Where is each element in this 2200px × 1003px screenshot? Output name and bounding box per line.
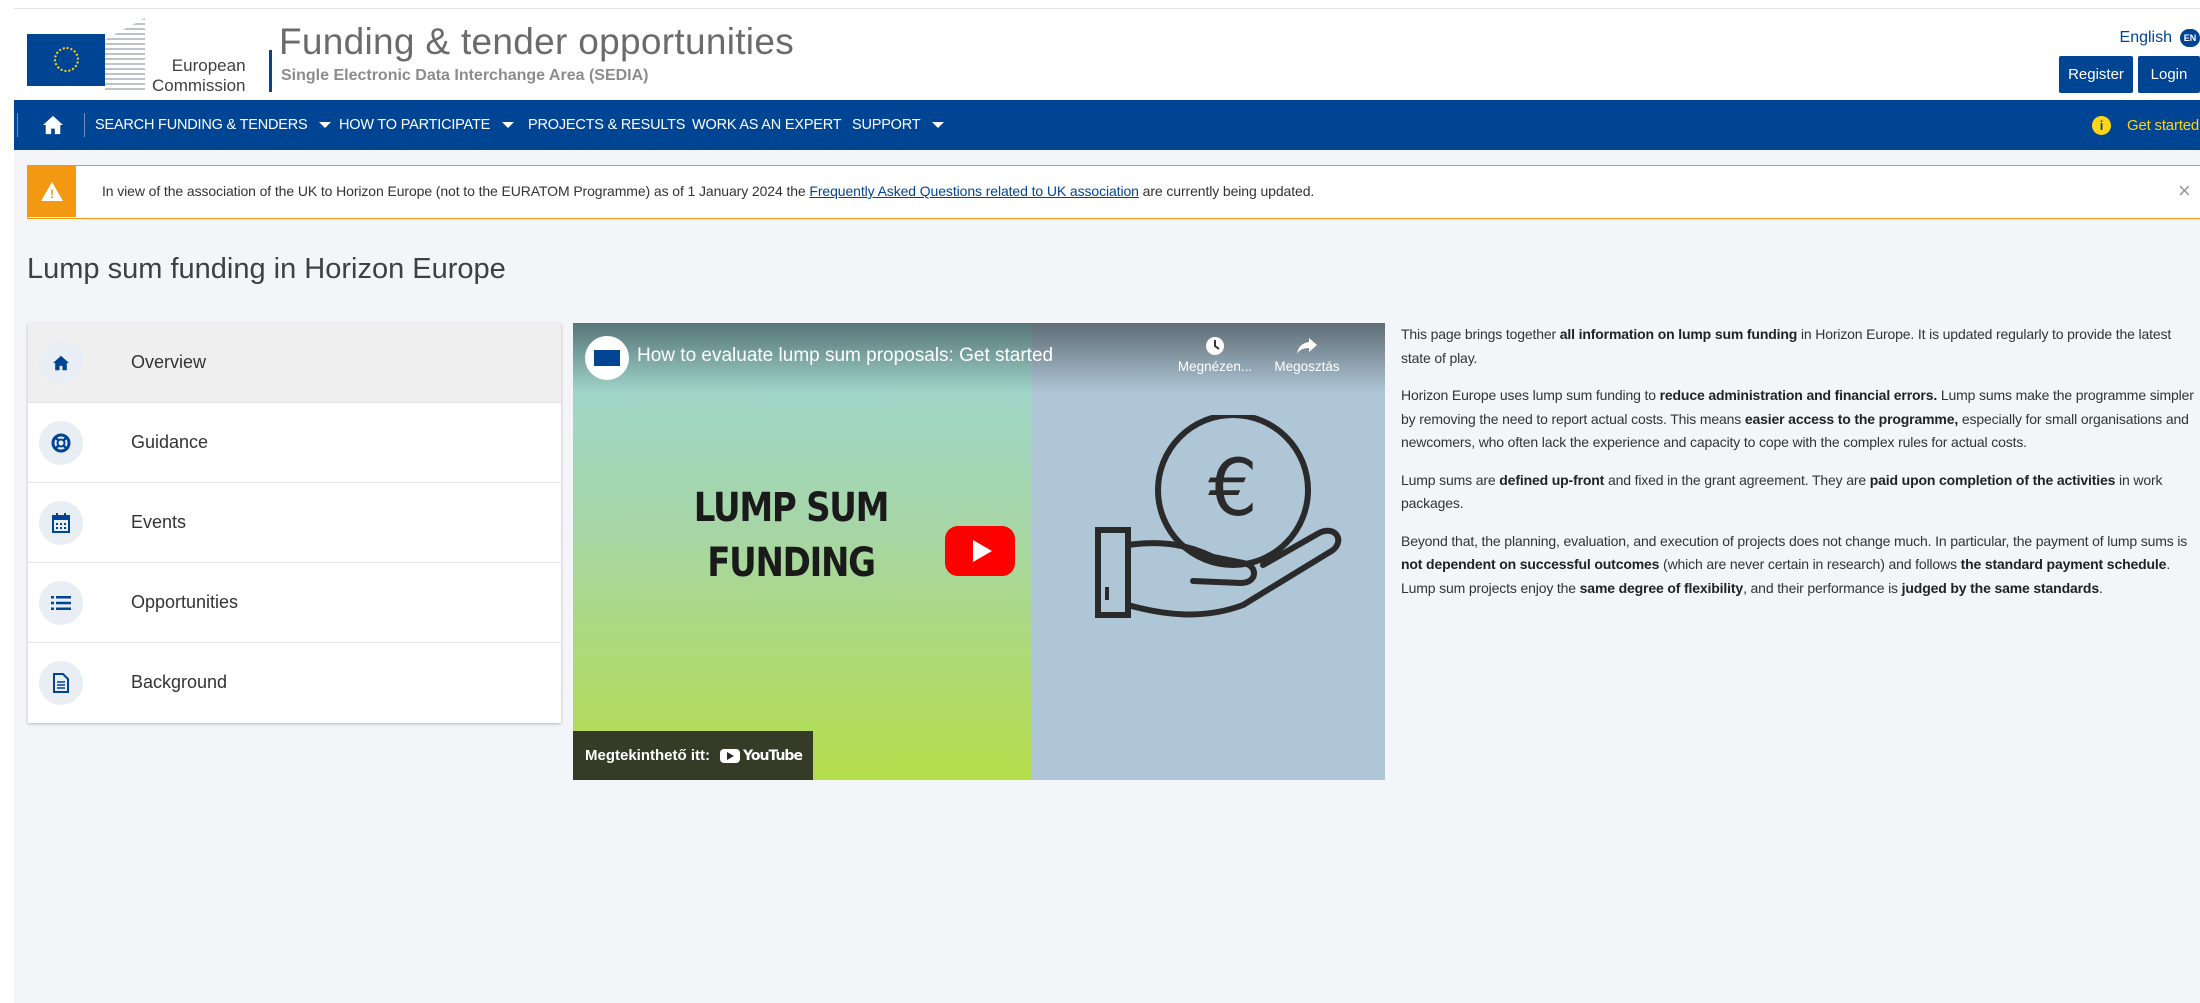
- caret-down-icon: [932, 122, 945, 128]
- logo-line1: European: [171, 56, 246, 75]
- menu-item-label: Background: [131, 672, 228, 692]
- alert-text-end: are currently being updated.: [1138, 183, 1315, 199]
- headline-line1: LUMP SUM: [693, 485, 890, 531]
- login-button[interactable]: Login: [2138, 56, 2200, 93]
- document-icon: [39, 661, 83, 705]
- menu-item-label: Guidance: [131, 432, 209, 452]
- page: European Commission Funding & tender opp…: [14, 8, 2200, 1003]
- menu-item-guidance[interactable]: Guidance: [28, 403, 561, 483]
- caret-down-icon: [502, 122, 515, 128]
- alert-icon-box: !: [28, 166, 76, 217]
- play-icon: [972, 540, 992, 562]
- play-button[interactable]: [945, 526, 1015, 576]
- menu-item-label: Opportunities: [131, 592, 239, 612]
- nav-item-label: HOW TO PARTICIPATE: [339, 117, 491, 133]
- intro-paragraph-1: This page brings together all informatio…: [1401, 326, 2172, 366]
- channel-avatar[interactable]: [585, 336, 629, 380]
- youtube-play-icon: [720, 748, 740, 763]
- close-icon[interactable]: ×: [2178, 178, 2191, 204]
- nav-separator: [17, 113, 18, 137]
- logo-line2: Commission: [152, 76, 246, 95]
- video-title[interactable]: How to evaluate lump sum proposals: Get …: [637, 345, 1053, 367]
- get-started-link[interactable]: i Get started: [2092, 100, 2199, 150]
- home-icon[interactable]: [42, 115, 64, 135]
- home-icon: [39, 341, 83, 385]
- european-commission-logo[interactable]: European Commission: [27, 18, 272, 95]
- intro-text: This page brings together all informatio…: [1401, 323, 2200, 614]
- headline-line2: FUNDING: [707, 540, 876, 586]
- share-icon: [1267, 333, 1347, 359]
- intro-paragraph-2: Horizon Europe uses lump sum funding to …: [1401, 387, 2194, 450]
- page-title: Lump sum funding in Horizon Europe: [27, 253, 506, 285]
- youtube-wordmark: YouTube: [743, 747, 803, 764]
- list-icon: [39, 581, 83, 625]
- life-ring-icon: [39, 421, 83, 465]
- nav-item-label: SEARCH FUNDING & TENDERS: [95, 117, 308, 133]
- site-subtitle: Single Electronic Data Interchange Area …: [281, 67, 649, 84]
- eu-stars: [54, 47, 79, 72]
- language-code-badge: EN: [2180, 29, 2200, 47]
- main-navigation: SEARCH FUNDING & TENDERS HOW TO PARTICIP…: [14, 100, 2200, 150]
- nav-work-as-expert[interactable]: WORK AS AN EXPERT: [692, 100, 842, 150]
- language-label: English: [2119, 29, 2172, 46]
- nav-item-label: WORK AS AN EXPERT: [692, 117, 842, 133]
- nav-item-label: SUPPORT: [852, 117, 921, 133]
- nav-item-label: PROJECTS & RESULTS: [528, 117, 686, 133]
- watch-on-youtube-link[interactable]: Megtekinthető itt: YouTube: [573, 731, 813, 780]
- clock-icon: [1175, 333, 1255, 359]
- alert-text: In view of the association of the UK to …: [102, 183, 810, 199]
- info-icon: i: [2092, 115, 2111, 135]
- nav-support[interactable]: SUPPORT: [852, 100, 945, 150]
- menu-item-events[interactable]: Events: [28, 483, 561, 563]
- logo-divider: [269, 50, 272, 92]
- intro-paragraph-3: Lump sums are defined up-front and fixed…: [1401, 471, 2163, 512]
- nav-separator: [84, 113, 85, 137]
- menu-item-overview[interactable]: Overview: [28, 323, 561, 403]
- nav-projects-results[interactable]: PROJECTS & RESULTS: [528, 100, 685, 150]
- warning-icon: !: [41, 182, 63, 201]
- language-selector[interactable]: English EN: [2120, 29, 2200, 47]
- thumbnail-headline: LUMP SUM FUNDING: [685, 481, 898, 591]
- site-title[interactable]: Funding & tender opportunities: [279, 21, 794, 63]
- intro-paragraph-4: Beyond that, the planning, evaluation, a…: [1401, 532, 2188, 596]
- share-button[interactable]: Megosztás: [1267, 333, 1347, 374]
- register-button[interactable]: Register: [2059, 56, 2133, 93]
- site-header: European Commission Funding & tender opp…: [14, 8, 2200, 100]
- menu-item-label: Overview: [131, 352, 207, 372]
- euro-symbol: €: [1208, 444, 1258, 534]
- uk-association-alert: ! In view of the association of the UK t…: [27, 165, 2200, 219]
- nav-search-funding-tenders[interactable]: SEARCH FUNDING & TENDERS: [95, 100, 332, 150]
- watch-later-label: Megnézen...: [1177, 359, 1253, 374]
- youtube-video-player[interactable]: € How to evaluate lump sum proposals: Ge…: [573, 323, 1385, 780]
- berlaymont-graphic: [105, 18, 145, 90]
- watch-later-button[interactable]: Megnézen...: [1175, 333, 1255, 374]
- menu-item-background[interactable]: Background: [28, 643, 561, 723]
- euro-hand-illustration: €: [1095, 415, 1342, 618]
- menu-item-label: Events: [131, 512, 187, 532]
- get-started-label: Get started: [2127, 116, 2200, 134]
- watch-on-label: Megtekinthető itt:: [585, 747, 710, 764]
- uk-faq-link[interactable]: Frequently Asked Questions related to UK…: [809, 183, 1139, 199]
- alert-message: In view of the association of the UK to …: [102, 183, 1314, 199]
- calendar-icon: [39, 501, 83, 545]
- side-menu: Overview Guidance Events Opportunities B…: [28, 323, 561, 723]
- menu-item-opportunities[interactable]: Opportunities: [28, 563, 561, 643]
- share-label: Megosztás: [1274, 359, 1340, 374]
- logo-text: European Commission: [152, 56, 246, 96]
- caret-down-icon: [319, 122, 332, 128]
- nav-how-to-participate[interactable]: HOW TO PARTICIPATE: [339, 100, 515, 150]
- youtube-logo: YouTube: [720, 747, 803, 764]
